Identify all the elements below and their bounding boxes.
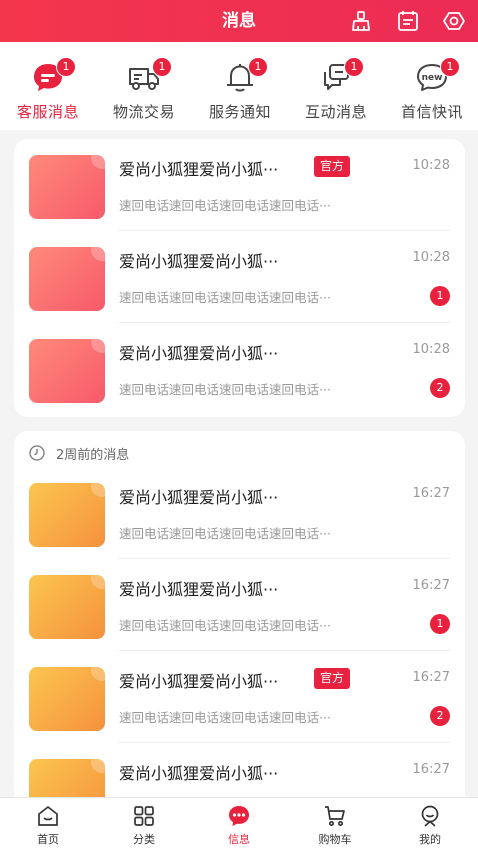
contact-name: 爱尚小狐狸爱尚小狐··· [119,252,279,271]
clean-icon[interactable] [349,9,373,33]
contact-name: 爱尚小狐狸爱尚小狐··· [119,344,279,363]
tab-label: 服务通知 [208,103,271,121]
unread-badge: 2 [430,706,450,726]
message-row[interactable]: 爱尚小狐狸爱尚小狐··· 16:27 速回电话速回电话速回电话速回电话··· 1 [14,559,465,651]
tab-label: 互动消息 [304,103,367,121]
section-label: 2周前的消息 [56,448,130,463]
contact-name: 爱尚小狐狸爱尚小狐··· [119,160,279,179]
tab-label: 客服消息 [16,103,79,121]
tab-badge: 1 [152,57,172,77]
home-icon [36,804,60,828]
tab-service-notice[interactable]: 1 服务通知 [192,42,288,130]
recent-messages-card: 爱尚小狐狸爱尚小狐··· 官方 10:28 速回电话速回电话速回电话速回电话··… [14,139,465,417]
svg-text:new: new [422,73,443,83]
nav-home[interactable]: 首页 [0,798,96,850]
eye-settings-icon[interactable] [442,9,466,33]
avatar [29,155,105,219]
contact-name: 爱尚小狐狸爱尚小狐··· [119,764,279,783]
message-time: 10:28 [412,158,450,173]
nav-category[interactable]: 分类 [96,798,192,850]
tab-badge: 1 [248,57,268,77]
message-time: 10:28 [412,342,450,357]
message-time: 16:27 [412,762,450,777]
tab-logistics[interactable]: 1 物流交易 [96,42,192,130]
older-messages-card: 2周前的消息 爱尚小狐狸爱尚小狐··· 16:27 速回电话速回电话速回电话速回… [14,431,465,823]
tab-interaction[interactable]: 1 互动消息 [288,42,384,130]
avatar [29,247,105,311]
message-time: 16:27 [412,486,450,501]
clock-icon [29,445,45,461]
nav-profile[interactable]: 我的 [382,798,478,850]
message-preview: 速回电话速回电话速回电话速回电话··· [119,710,331,725]
official-tag: 官方 [314,156,351,177]
message-icon [227,804,251,828]
category-tabs: 1 客服消息 1 物流交易 1 服务通知 1 互动消息 new 1 首信快讯 [0,42,478,130]
contact-name: 爱尚小狐狸爱尚小狐··· [119,488,279,507]
nav-label: 购物车 [318,833,352,846]
nav-message[interactable]: 信息 [191,798,287,850]
tab-customer-service[interactable]: 1 客服消息 [0,42,96,130]
contact-name: 爱尚小狐狸爱尚小狐··· [119,672,279,691]
message-preview: 速回电话速回电话速回电话速回电话··· [119,382,331,397]
message-preview: 速回电话速回电话速回电话速回电话··· [119,618,331,633]
bottom-nav: 首页 分类 信息 购物车 我的 [0,797,478,850]
nav-label: 我的 [419,833,441,846]
profile-icon [418,804,442,828]
message-row[interactable]: 爱尚小狐狸爱尚小狐··· 官方 16:27 速回电话速回电话速回电话速回电话··… [14,651,465,743]
nav-label: 信息 [228,833,250,846]
tab-badge: 1 [440,57,460,77]
message-time: 16:27 [412,578,450,593]
list-icon[interactable] [396,9,420,33]
contact-name: 爱尚小狐狸爱尚小狐··· [119,580,279,599]
category-icon [132,804,156,828]
message-row[interactable]: 爱尚小狐狸爱尚小狐··· 官方 10:28 速回电话速回电话速回电话速回电话··… [14,139,465,231]
official-tag: 官方 [314,668,351,689]
unread-badge: 1 [430,286,450,306]
avatar [29,483,105,547]
avatar [29,339,105,403]
message-row[interactable]: 爱尚小狐狸爱尚小狐··· 10:28 速回电话速回电话速回电话速回电话··· 1 [14,231,465,323]
unread-badge: 1 [430,614,450,634]
avatar [29,575,105,639]
tab-badge: 1 [56,57,76,77]
nav-cart[interactable]: 购物车 [287,798,383,850]
tab-label: 首信快讯 [400,103,463,121]
top-bar: 消息 [0,0,478,42]
message-preview: 速回电话速回电话速回电话速回电话··· [119,526,331,541]
tab-label: 物流交易 [112,103,175,121]
avatar [29,667,105,731]
tab-badge: 1 [344,57,364,77]
message-preview: 速回电话速回电话速回电话速回电话··· [119,290,331,305]
message-preview: 速回电话速回电话速回电话速回电话··· [119,198,331,213]
message-time: 16:27 [412,670,450,685]
message-row[interactable]: 爱尚小狐狸爱尚小狐··· 10:28 速回电话速回电话速回电话速回电话··· 2 [14,323,465,415]
message-row[interactable]: 爱尚小狐狸爱尚小狐··· 16:27 速回电话速回电话速回电话速回电话··· [14,467,465,559]
unread-badge: 2 [430,378,450,398]
tab-news[interactable]: new 1 首信快讯 [384,42,478,130]
nav-label: 分类 [133,833,155,846]
nav-label: 首页 [37,833,59,846]
cart-icon [323,804,347,828]
message-time: 10:28 [412,250,450,265]
